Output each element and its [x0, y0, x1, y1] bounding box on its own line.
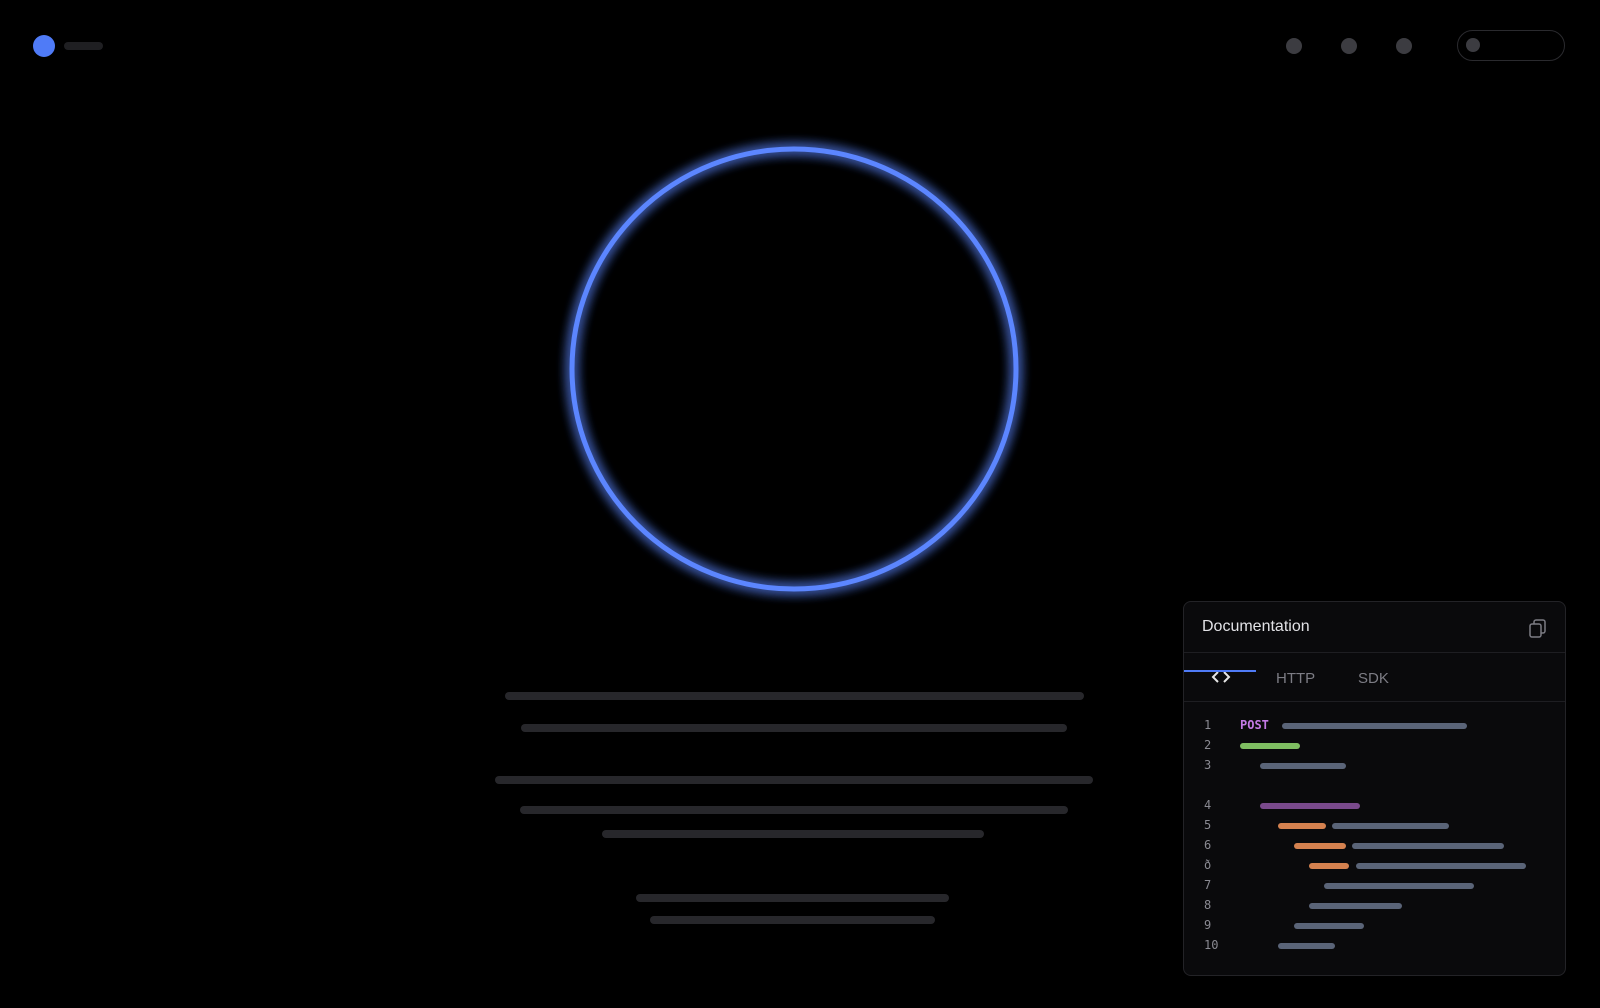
code-brackets-icon[interactable]	[1210, 669, 1232, 689]
line-number: 6	[1204, 838, 1212, 852]
line-number: 5	[1204, 818, 1212, 832]
doc-tabs: HTTP SDK	[1184, 653, 1565, 702]
copy-icon[interactable]	[1527, 617, 1549, 639]
code-token	[1356, 863, 1526, 869]
code-token	[1324, 883, 1474, 889]
code-token	[1240, 743, 1300, 749]
line-number: 10	[1204, 938, 1219, 952]
tab-sdk[interactable]: SDK	[1358, 670, 1389, 687]
line-number: 9	[1204, 918, 1212, 932]
line-number: 3	[1204, 758, 1212, 772]
code-token	[1282, 723, 1467, 729]
http-method-keyword: POST	[1240, 718, 1269, 732]
line-number: 4	[1204, 798, 1212, 812]
code-token	[1309, 903, 1402, 909]
code-token	[1332, 823, 1449, 829]
nav-item-1[interactable]	[1286, 38, 1302, 54]
nav-item-3[interactable]	[1396, 38, 1412, 54]
code-token	[1294, 843, 1346, 849]
doc-header: Documentation	[1184, 602, 1565, 653]
logo-dot[interactable]	[33, 35, 55, 57]
theme-toggle[interactable]	[1457, 30, 1565, 61]
footer-text-line-1	[636, 894, 949, 902]
line-number: 8	[1204, 898, 1212, 912]
documentation-panel: Documentation HTTP SDK 1 2 3 4 5 6 ð 7 8…	[1183, 601, 1566, 976]
hero-text-line-2	[521, 724, 1067, 732]
code-token	[1278, 943, 1335, 949]
tab-http[interactable]: HTTP	[1276, 670, 1315, 687]
glowing-ring	[569, 146, 1019, 592]
code-token	[1294, 923, 1364, 929]
line-number: 7	[1204, 878, 1212, 892]
doc-title: Documentation	[1202, 618, 1310, 635]
nav-item-2[interactable]	[1341, 38, 1357, 54]
footer-text-line-2	[650, 916, 935, 924]
active-tab-underline	[1184, 670, 1256, 672]
toggle-knob	[1466, 38, 1480, 52]
code-token	[1278, 823, 1326, 829]
code-token	[1260, 763, 1346, 769]
logo-wordmark-placeholder	[64, 42, 103, 50]
body-text-line-1	[495, 776, 1093, 784]
body-text-line-3	[602, 830, 984, 838]
code-token	[1260, 803, 1360, 809]
line-number: 1	[1204, 718, 1212, 732]
line-number: ð	[1204, 858, 1212, 872]
body-text-line-2	[520, 806, 1068, 814]
line-number: 2	[1204, 738, 1212, 752]
code-token	[1352, 843, 1504, 849]
code-token	[1309, 863, 1349, 869]
hero-text-line-1	[505, 692, 1084, 700]
